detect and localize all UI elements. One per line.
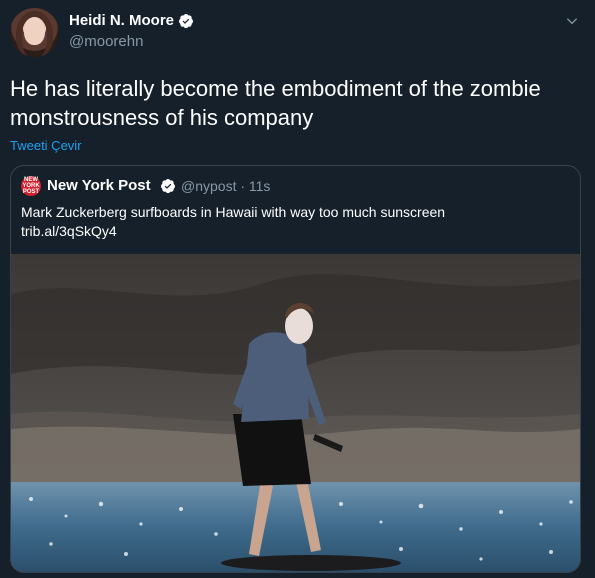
quoted-link[interactable]: trib.al/3qSkQy4 xyxy=(21,222,571,241)
quoted-author-name[interactable]: New York Post xyxy=(47,177,151,194)
tweet[interactable]: Heidi N. Moore @moorehn He has literally… xyxy=(0,0,595,578)
quoted-author-avatar[interactable]: NEW YORK POST xyxy=(21,176,41,196)
shorts xyxy=(233,414,311,486)
quoted-tweet-text: Mark Zuckerberg surfboards in Hawaii wit… xyxy=(21,203,571,241)
translate-tweet-link[interactable]: Tweeti Çevir xyxy=(10,138,82,153)
quoted-tweet[interactable]: NEW YORK POST New York Post @nypost · 11… xyxy=(10,165,581,573)
verified-badge-icon xyxy=(179,14,193,29)
chevron-down-icon[interactable] xyxy=(565,14,579,28)
author-avatar[interactable] xyxy=(10,8,59,57)
quoted-photo[interactable] xyxy=(11,254,580,572)
quoted-verified-badge-icon xyxy=(161,179,175,194)
surfboard xyxy=(221,555,401,571)
avatar-face xyxy=(24,17,45,45)
tweet-text: He has literally become the embodiment o… xyxy=(10,76,541,130)
quoted-text-line: Mark Zuckerberg surfboards in Hawaii wit… xyxy=(21,204,446,220)
author-handle[interactable]: @moorehn xyxy=(69,33,143,50)
author-name[interactable]: Heidi N. Moore xyxy=(69,12,174,29)
quoted-handle-time[interactable]: @nypost · 11s xyxy=(181,178,270,194)
